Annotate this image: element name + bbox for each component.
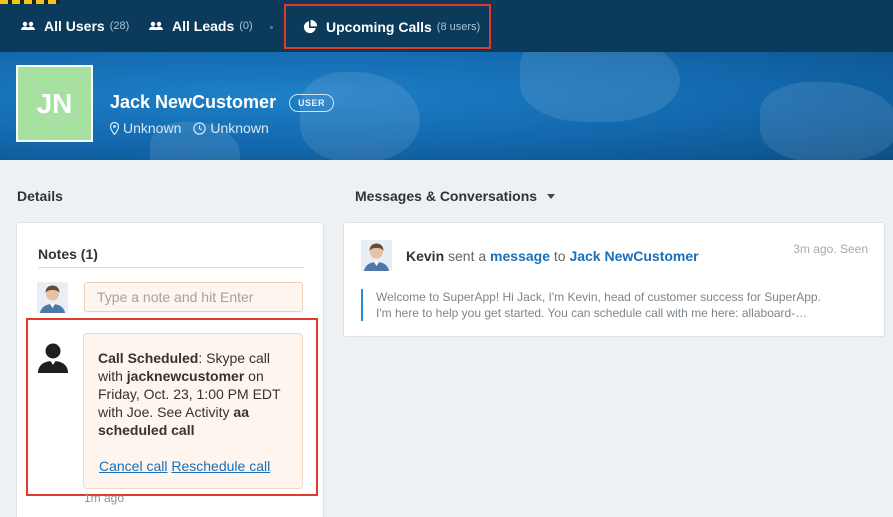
tab-label: All Users	[44, 18, 105, 34]
message-timestamp: 3m ago. Seen	[793, 242, 868, 256]
pie-chart-icon	[303, 19, 318, 33]
tab-label: Upcoming Calls	[326, 18, 432, 35]
users-icon	[149, 21, 163, 30]
messages-heading: Messages & Conversations	[355, 188, 538, 204]
map-shape	[520, 52, 680, 122]
tab-count: (0)	[239, 20, 253, 32]
note-timestamp: 1m ago	[84, 491, 125, 505]
user-location: Unknown	[123, 120, 182, 136]
user-badge: USER	[289, 94, 335, 112]
person-icon	[38, 343, 68, 373]
location-pin-icon	[110, 121, 119, 135]
nav-separator-dot	[270, 26, 273, 29]
user-name: Jack NewCustomer	[110, 92, 277, 112]
top-nav: All Users (28) All Leads (0) Upcoming Ca…	[0, 0, 893, 52]
map-shape	[300, 72, 420, 160]
clock-icon	[193, 121, 207, 135]
tab-all-users[interactable]: All Users (28)	[20, 0, 129, 52]
messages-dropdown[interactable]: Messages & Conversations	[355, 188, 556, 204]
tab-count: (28)	[109, 20, 130, 32]
tab-all-leads[interactable]: All Leads (0)	[148, 0, 253, 52]
note-item: Call Scheduled: Skype call with jacknewc…	[83, 333, 303, 489]
notes-title: Notes (1)	[38, 246, 98, 262]
profile-banner: JN Jack NewCustomer USER Unknown Unknown	[0, 52, 893, 160]
note-input[interactable]	[84, 282, 303, 312]
message-link[interactable]: message	[490, 248, 550, 264]
message-preview: Welcome to SuperApp! Hi Jack, I'm Kevin,…	[361, 289, 871, 321]
message-item[interactable]: Kevin sent a message to Jack NewCustomer…	[343, 222, 885, 337]
cancel-call-link[interactable]: Cancel call	[99, 458, 167, 474]
details-heading: Details	[17, 188, 63, 204]
user-timezone: Unknown	[210, 120, 269, 136]
users-icon	[21, 21, 35, 30]
tab-upcoming-calls[interactable]: Upcoming Calls (8 users)	[284, 4, 491, 49]
user-meta: Unknown Unknown	[110, 120, 269, 136]
avatar	[361, 240, 392, 271]
note-title: Call Scheduled	[98, 350, 199, 366]
tab-label: All Leads	[172, 18, 235, 34]
avatar: JN	[16, 65, 93, 142]
message-sender: Kevin	[406, 248, 445, 264]
divider	[38, 267, 304, 268]
avatar	[37, 282, 68, 313]
note-text: Call Scheduled: Skype call with jacknewc…	[98, 350, 281, 438]
note-handle: jacknewcustomer	[126, 368, 245, 384]
map-shape	[760, 82, 893, 160]
message-header: Kevin sent a message to Jack NewCustomer	[406, 248, 699, 264]
reschedule-call-link[interactable]: Reschedule call	[171, 458, 270, 474]
note-actions: Cancel call Reschedule call	[99, 457, 270, 475]
caret-down-icon	[547, 193, 556, 199]
tab-count: (8 users)	[436, 20, 481, 33]
recipient-link[interactable]: Jack NewCustomer	[569, 248, 698, 264]
